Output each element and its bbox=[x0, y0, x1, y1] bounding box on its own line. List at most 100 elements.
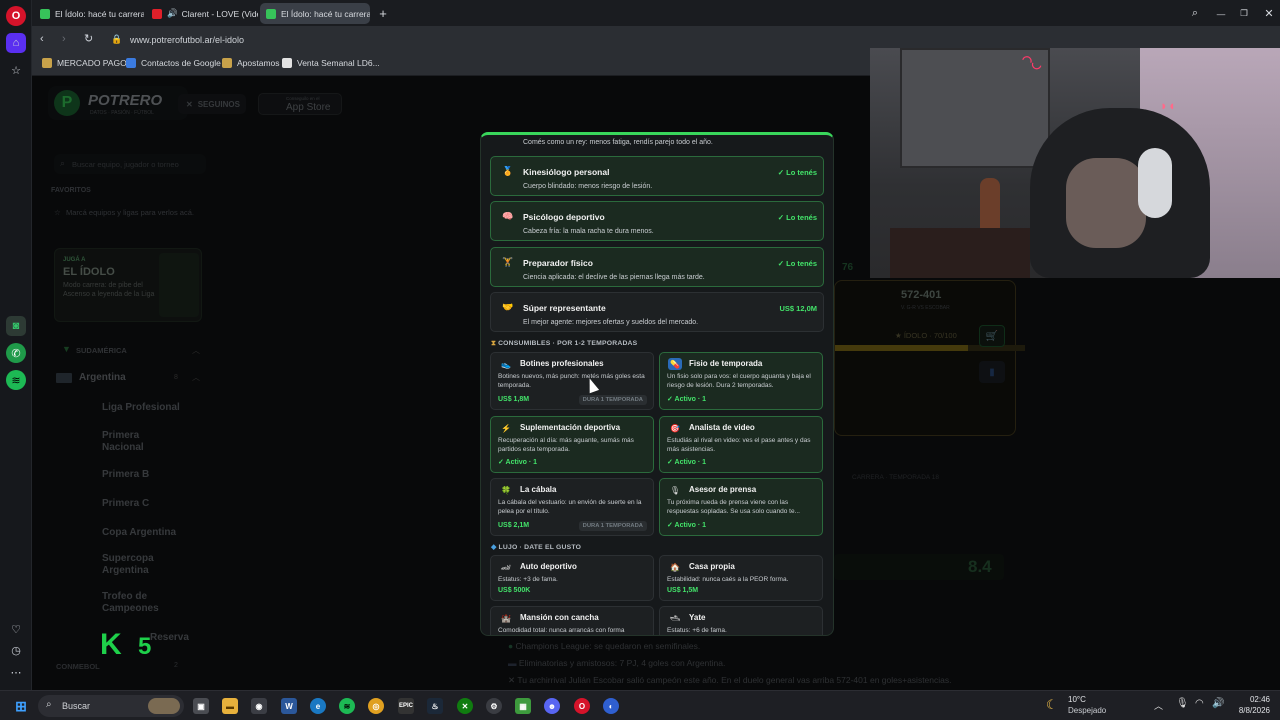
staff-title: Preparador físico bbox=[523, 258, 593, 268]
close-window-button[interactable]: ✕ bbox=[1260, 3, 1278, 24]
taskbar-search[interactable]: ⌕ Buscar bbox=[38, 695, 184, 717]
handshake-icon: 🤝 bbox=[502, 301, 514, 312]
item-price: US$ 2,1M bbox=[498, 522, 530, 529]
clock-time[interactable]: 02:46 bbox=[1234, 695, 1270, 704]
history-icon[interactable]: ◷ bbox=[6, 640, 26, 660]
price-tag: US$ 12,0M bbox=[779, 304, 817, 313]
staff-preparador[interactable]: 🏋 Preparador físico Ciencia aplicada: el… bbox=[490, 247, 824, 287]
word-icon[interactable]: W bbox=[281, 698, 297, 714]
active-badge: ✓ Activo · 1 bbox=[667, 522, 707, 529]
tab-clarent-video[interactable]: 🔊 Clarent - LOVE (Video bbox=[146, 3, 258, 24]
weather-desc[interactable]: Despejado bbox=[1068, 706, 1106, 715]
item-analista[interactable]: 🎯 Analista de video Estudiás al rival en… bbox=[659, 416, 823, 473]
shoe-icon: 👟 bbox=[501, 359, 511, 369]
staff-psicologo[interactable]: 🧠 Psicólogo deportivo Cabeza fría: la ma… bbox=[490, 201, 824, 241]
staff-desc: Cuerpo blindado: menos riesgo de lesión. bbox=[523, 183, 653, 190]
opera-icon[interactable]: ◐ bbox=[603, 698, 619, 714]
opera-logo-icon[interactable]: O bbox=[6, 6, 26, 26]
tab-label: Clarent - LOVE (Video bbox=[181, 8, 258, 19]
bookmark-label: Venta Semanal LD6... bbox=[297, 58, 380, 68]
lightning-icon: ⚡ bbox=[501, 423, 511, 433]
item-mansion[interactable]: 🏰 Mansión con cancha Comodidad total: nu… bbox=[490, 606, 654, 635]
spotify-icon[interactable]: ≋ bbox=[6, 370, 26, 390]
staff-kinesiologo[interactable]: 🏅 Kinesiólogo personal Cuerpo blindado: … bbox=[490, 156, 824, 196]
maximize-button[interactable]: ❐ bbox=[1235, 3, 1253, 24]
staff-title: Psicólogo deportivo bbox=[523, 212, 605, 222]
microphone-icon[interactable]: 🎙 bbox=[1176, 698, 1189, 709]
file-explorer-icon[interactable]: ▬ bbox=[222, 698, 238, 714]
url-field[interactable]: 🔒 www.potrerofutbol.ar/el-idolo bbox=[102, 30, 862, 50]
edge-icon[interactable]: e bbox=[310, 698, 326, 714]
item-desc: La cábala del vestuario: un envión de su… bbox=[498, 499, 642, 515]
bookmark-venta-semanal[interactable]: Venta Semanal LD6... bbox=[282, 58, 380, 68]
volume-icon[interactable]: 🔊 bbox=[1212, 698, 1224, 709]
home-icon[interactable]: ⌂ bbox=[6, 33, 26, 53]
active-badge: ✓ Activo · 1 bbox=[667, 459, 707, 466]
webcam-overlay: ◠◡ ◗◖ bbox=[870, 48, 1280, 278]
item-title: Suplementación deportiva bbox=[520, 423, 621, 432]
item-cabala[interactable]: 🍀 La cábala La cábala del vestuario: un … bbox=[490, 478, 654, 536]
moon-weather-icon: ☾ bbox=[1046, 697, 1058, 712]
epic-games-icon[interactable]: EPIC bbox=[398, 698, 414, 714]
xbox-icon[interactable]: ✕ bbox=[457, 698, 473, 714]
tab-bar: El Ídolo: hacé tu carrera e 🔊 Clarent - L… bbox=[32, 0, 1280, 26]
star-icon[interactable]: ☆ bbox=[6, 60, 26, 80]
bookmark-mercado-pago[interactable]: MERCADO PAGO bbox=[42, 58, 127, 68]
race-car-icon: 🏎 bbox=[500, 562, 512, 572]
item-auto-deportivo[interactable]: 🏎 Auto deportivo Estatus: +3 de fama. US… bbox=[490, 555, 654, 601]
chrome-icon[interactable]: ◎ bbox=[368, 698, 384, 714]
bookmark-apostamos[interactable]: Apostamos bbox=[222, 58, 280, 68]
whatsapp-icon[interactable]: ✆ bbox=[6, 343, 26, 363]
stream-overlay-k5: K 5 bbox=[100, 628, 155, 662]
item-title: Asesor de prensa bbox=[689, 485, 757, 494]
staff-desc: Ciencia aplicada: el declive de las pier… bbox=[523, 274, 705, 281]
back-icon[interactable]: ‹ bbox=[40, 33, 44, 45]
forward-icon[interactable]: › bbox=[62, 33, 66, 45]
camera-icon[interactable]: ◉ bbox=[251, 698, 267, 714]
item-yate[interactable]: 🛥 Yate Estatus: +6 de fama. bbox=[659, 606, 823, 635]
new-tab-button[interactable]: + bbox=[374, 3, 392, 24]
search-tabs-icon[interactable]: ⌕ bbox=[1186, 3, 1204, 24]
target-icon: 🎯 bbox=[670, 423, 680, 433]
clock-date[interactable]: 8/8/2026 bbox=[1226, 706, 1270, 715]
staff-desc: El mejor agente: mejores ofertas y sueld… bbox=[523, 319, 699, 326]
minimize-button[interactable]: — bbox=[1212, 3, 1230, 24]
aria-icon[interactable]: ◙ bbox=[6, 316, 26, 336]
folder-icon bbox=[42, 58, 52, 68]
item-title: Analista de video bbox=[689, 423, 755, 432]
tab-label: El Ídolo: hacé tu carrera e bbox=[281, 8, 370, 19]
tab-el-idolo-1[interactable]: El Ídolo: hacé tu carrera e bbox=[34, 3, 144, 24]
weather-temp[interactable]: 10°C bbox=[1068, 695, 1086, 704]
bookmark-contactos[interactable]: Contactos de Google bbox=[126, 58, 221, 68]
spotify-icon[interactable]: ≋ bbox=[339, 698, 355, 714]
item-botines[interactable]: 👟 Botines profesionales Botines nuevos, … bbox=[490, 352, 654, 410]
lock-icon: 🔒 bbox=[111, 34, 123, 44]
staff-representante[interactable]: 🤝 Súper representante El mejor agente: m… bbox=[490, 292, 824, 332]
discord-icon[interactable]: ☻ bbox=[544, 698, 560, 714]
steam-icon[interactable]: ♨ bbox=[427, 698, 443, 714]
settings-icon[interactable]: ⚙ bbox=[486, 698, 502, 714]
url-text: www.potrerofutbol.ar/el-idolo bbox=[130, 35, 245, 45]
item-desc: Estabilidad: nunca caés a la PEOR forma. bbox=[667, 576, 789, 583]
bookmark-label: Contactos de Google bbox=[141, 58, 221, 68]
search-highlight-icon bbox=[148, 698, 180, 714]
overlay-n: 5 bbox=[138, 633, 156, 660]
wifi-icon[interactable]: ◠ bbox=[1195, 698, 1204, 709]
speaker-icon: 🔊 bbox=[167, 8, 178, 18]
item-fisio[interactable]: 💊 Fisio de temporada Un fisio solo para … bbox=[659, 352, 823, 410]
tray-chevron-icon[interactable]: ︿ bbox=[1154, 699, 1163, 712]
item-asesor-prensa[interactable]: 🎙 Asesor de prensa Tu próxima rueda de p… bbox=[659, 478, 823, 536]
opera-gx-icon[interactable]: O bbox=[574, 698, 590, 714]
tab-el-idolo-active[interactable]: El Ídolo: hacé tu carrera e bbox=[260, 3, 370, 24]
task-view-icon[interactable]: ▣ bbox=[193, 698, 209, 714]
staff-desc: Cabeza fría: la mala racha te dura menos… bbox=[523, 228, 654, 235]
item-suplementacion[interactable]: ⚡ Suplementación deportiva Recuperación … bbox=[490, 416, 654, 473]
heart-icon[interactable]: ♡ bbox=[6, 619, 26, 639]
section-label: CONSUMIBLES · POR 1-2 TEMPORADAS bbox=[498, 340, 638, 347]
reload-icon[interactable]: ↻ bbox=[84, 32, 93, 45]
minecraft-icon[interactable]: ▦ bbox=[515, 698, 531, 714]
more-icon[interactable]: ⋯ bbox=[6, 662, 26, 682]
windows-start-icon[interactable]: ⊞ bbox=[13, 698, 29, 714]
item-casa-propia[interactable]: 🏠 Casa propia Estabilidad: nunca caés a … bbox=[659, 555, 823, 601]
bookmark-label: Apostamos bbox=[237, 58, 280, 68]
